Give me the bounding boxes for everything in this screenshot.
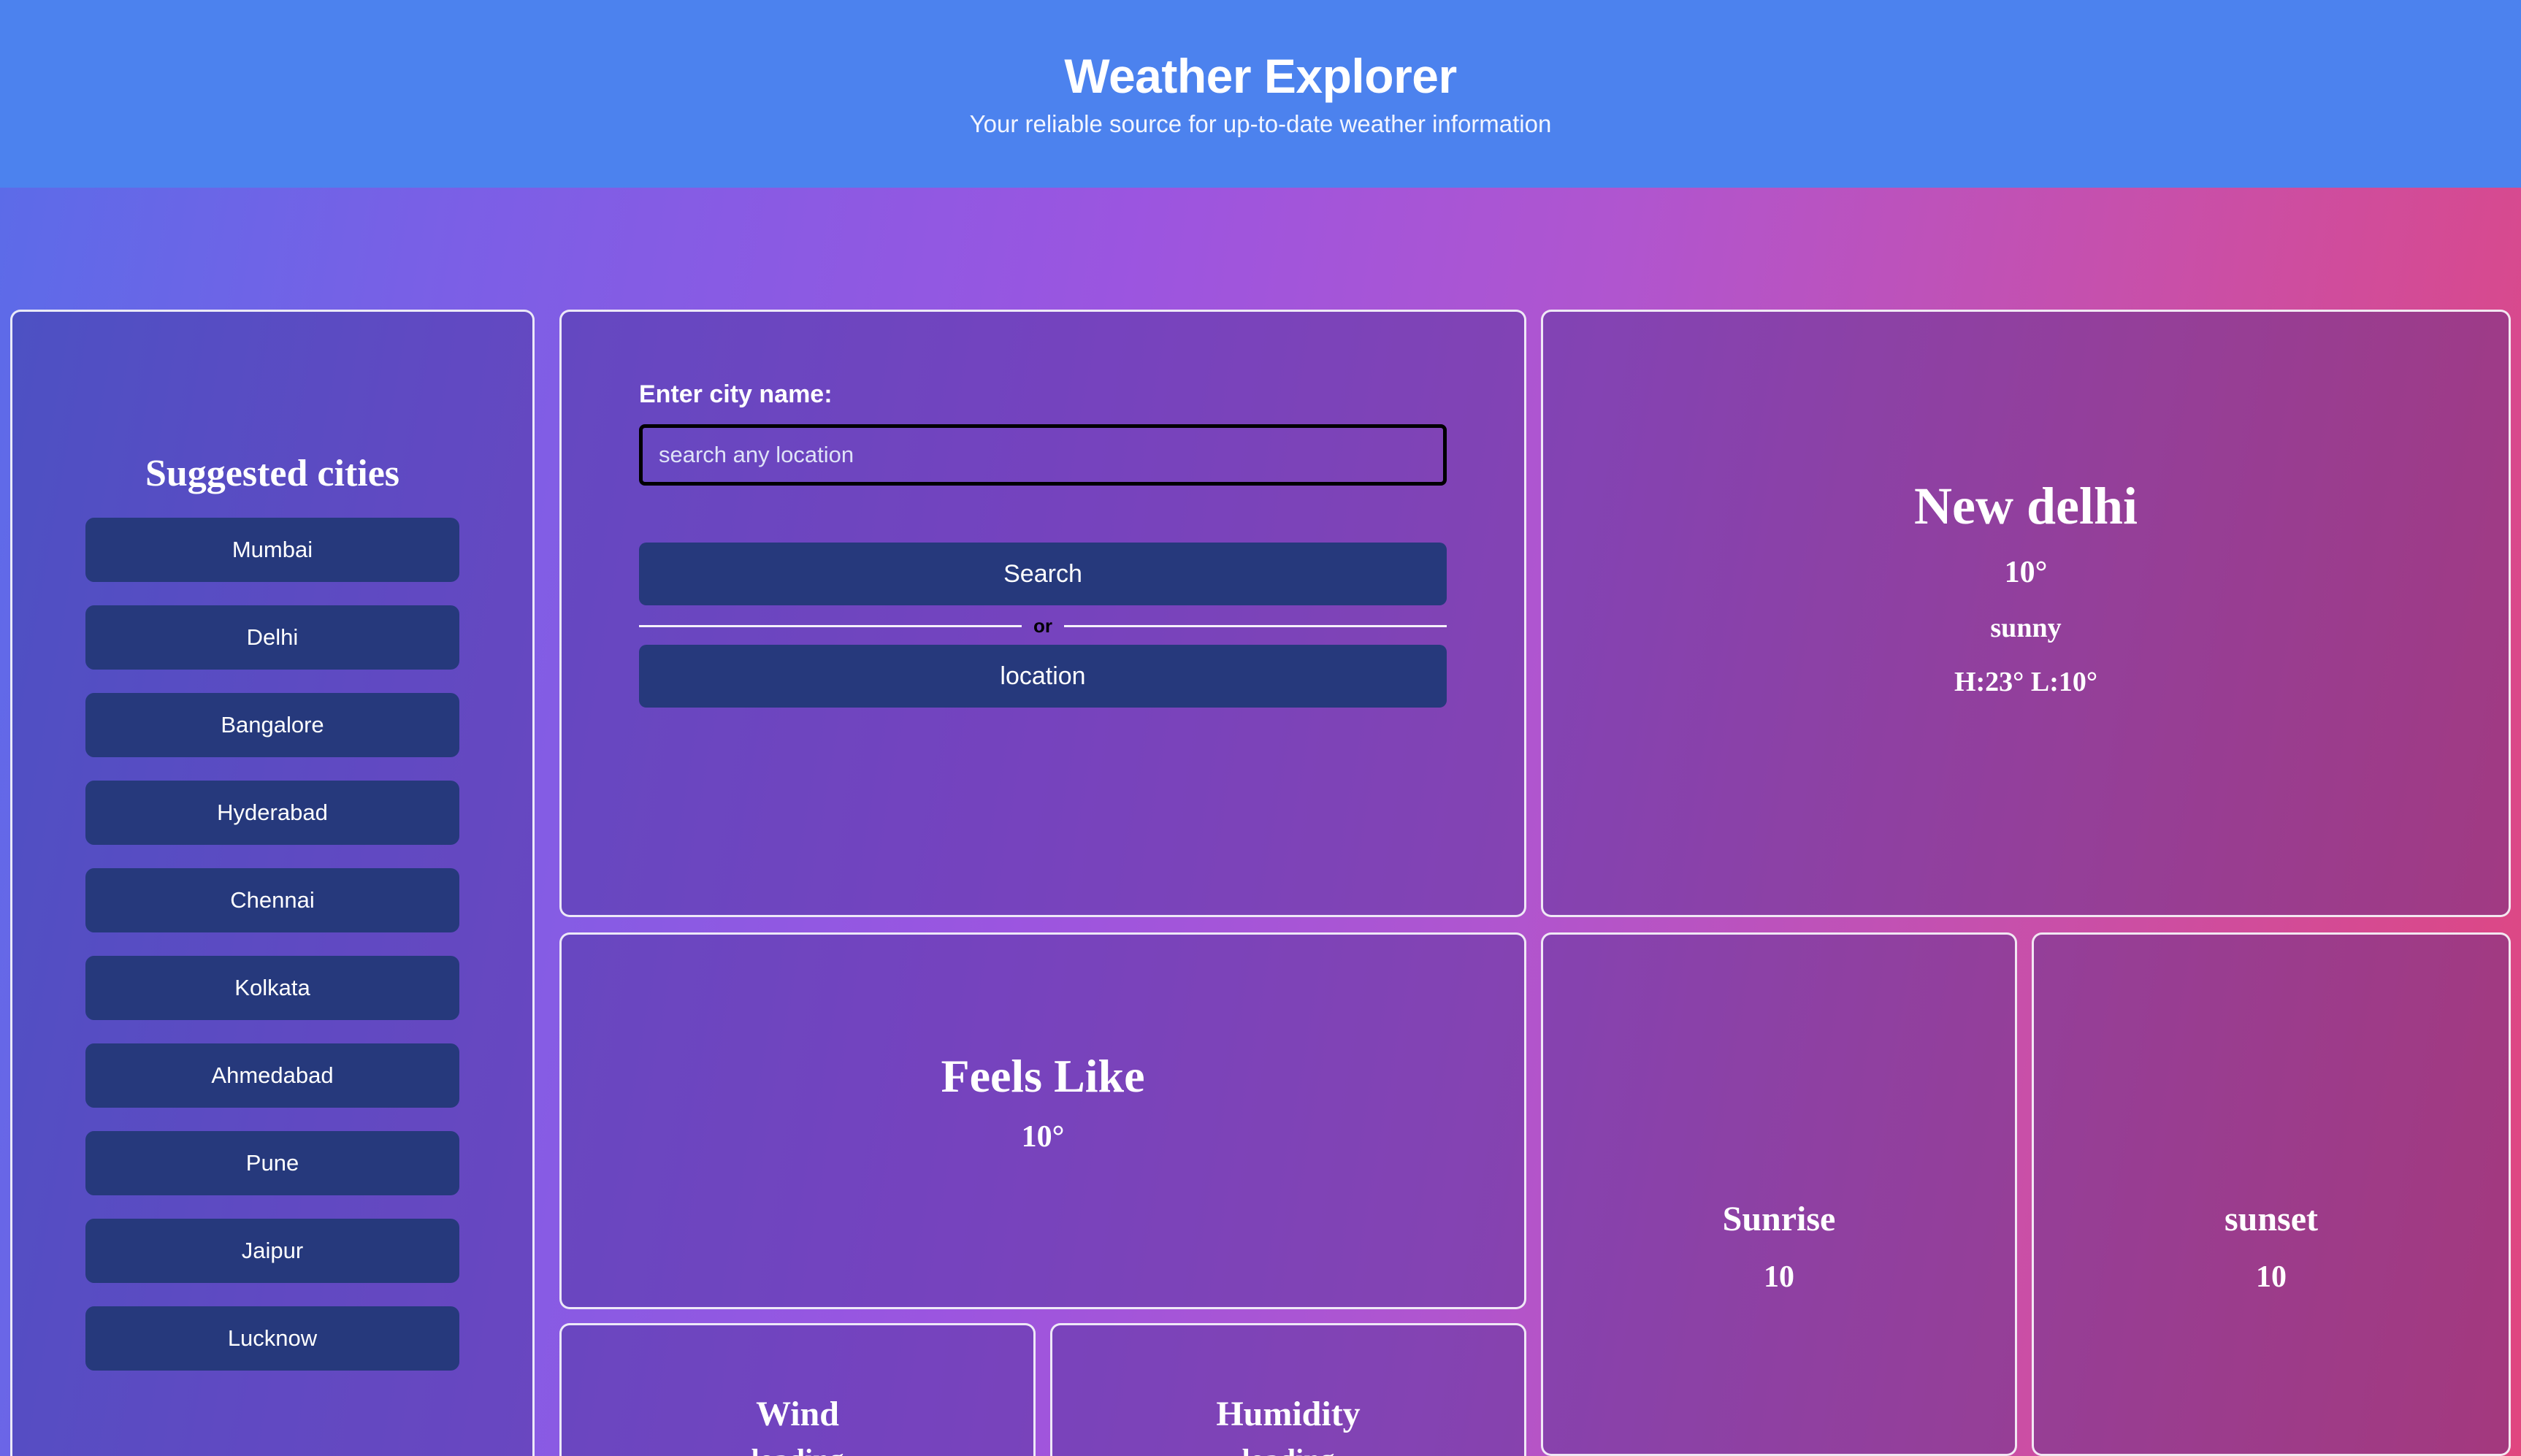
wind-value: loading bbox=[751, 1445, 844, 1456]
divider-rule-right bbox=[1064, 624, 1447, 627]
search-panel: Enter city name: Search or location bbox=[559, 310, 1526, 917]
sunrise-value: 10 bbox=[1764, 1260, 1794, 1294]
humidity-value: loading bbox=[1242, 1445, 1335, 1456]
or-divider: or bbox=[639, 608, 1447, 643]
feels-like-card: Feels Like 10° bbox=[559, 932, 1526, 1309]
page-subtitle: Your reliable source for up-to-date weat… bbox=[969, 110, 1552, 137]
city-input-label: Enter city name: bbox=[639, 380, 833, 408]
app-root: Weather Explorer Your reliable source fo… bbox=[0, 0, 2521, 1456]
city-button-ahmedabad[interactable]: Ahmedabad bbox=[85, 1043, 459, 1108]
page-title: Weather Explorer bbox=[1064, 49, 1457, 103]
humidity-title: Humidity bbox=[1216, 1395, 1361, 1433]
sunset-card: sunset 10 bbox=[2032, 932, 2511, 1456]
city-button-delhi[interactable]: Delhi bbox=[85, 605, 459, 670]
suggested-cities-title: Suggested cities bbox=[145, 453, 400, 494]
app-header: Weather Explorer Your reliable source fo… bbox=[0, 0, 2521, 188]
current-temperature: 10° bbox=[2004, 556, 2048, 589]
wind-title: Wind bbox=[756, 1395, 839, 1433]
city-button-lucknow[interactable]: Lucknow bbox=[85, 1306, 459, 1371]
current-high-low: H:23° L:10° bbox=[1954, 667, 2098, 697]
sunset-title: sunset bbox=[2224, 1200, 2319, 1238]
city-button-bangalore[interactable]: Bangalore bbox=[85, 693, 459, 757]
divider-rule-left bbox=[639, 624, 1022, 627]
current-weather-card: New delhi 10° sunny H:23° L:10° bbox=[1541, 310, 2511, 917]
use-location-button[interactable]: location bbox=[639, 645, 1447, 708]
divider-label: or bbox=[1033, 615, 1052, 637]
search-button[interactable]: Search bbox=[639, 543, 1447, 605]
city-button-mumbai[interactable]: Mumbai bbox=[85, 518, 459, 582]
current-condition: sunny bbox=[1990, 613, 2062, 643]
city-button-hyderabad[interactable]: Hyderabad bbox=[85, 781, 459, 845]
current-city-name: New delhi bbox=[1914, 477, 2138, 535]
wind-card: Wind loading bbox=[559, 1323, 1036, 1456]
humidity-card: Humidity loading bbox=[1050, 1323, 1526, 1456]
city-button-pune[interactable]: Pune bbox=[85, 1131, 459, 1195]
sunset-value: 10 bbox=[2256, 1260, 2287, 1294]
sunrise-title: Sunrise bbox=[1722, 1200, 1836, 1238]
sunrise-card: Sunrise 10 bbox=[1541, 932, 2017, 1456]
city-button-kolkata[interactable]: Kolkata bbox=[85, 956, 459, 1020]
suggested-cities-panel: Suggested cities Mumbai Delhi Bangalore … bbox=[10, 310, 535, 1456]
feels-like-value: 10° bbox=[1021, 1120, 1065, 1154]
city-button-chennai[interactable]: Chennai bbox=[85, 868, 459, 932]
city-button-jaipur[interactable]: Jaipur bbox=[85, 1219, 459, 1283]
search-input[interactable] bbox=[639, 424, 1447, 486]
feels-like-title: Feels Like bbox=[941, 1050, 1145, 1102]
